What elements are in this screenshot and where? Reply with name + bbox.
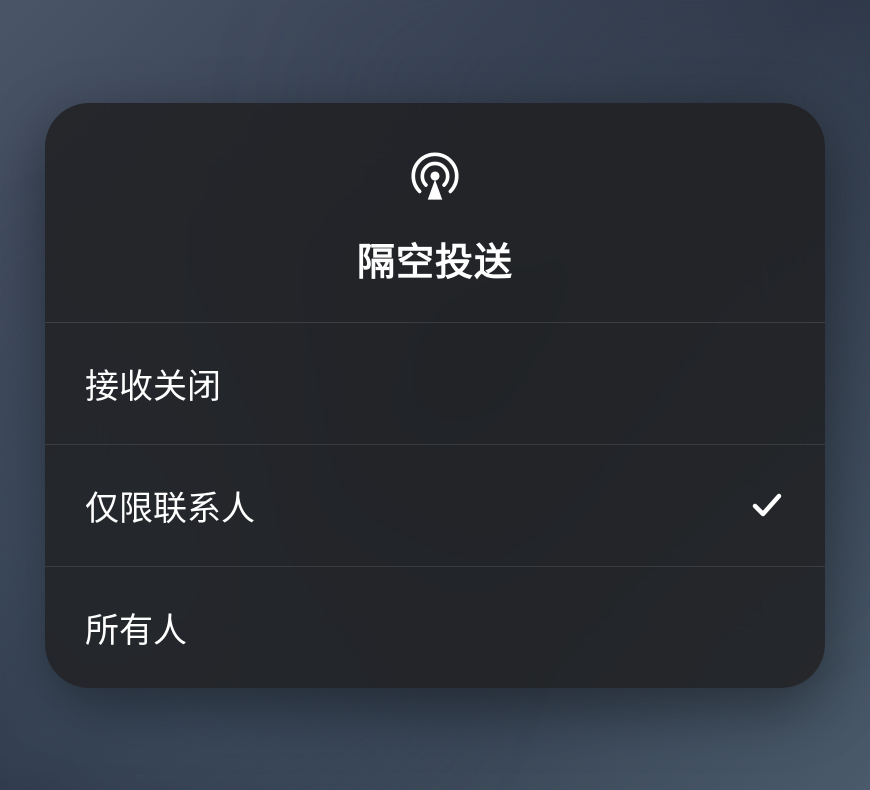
option-label: 所有人	[85, 603, 187, 652]
checkmark-icon	[749, 487, 785, 523]
airdrop-settings-panel: 隔空投送 接收关闭 仅限联系人 所有人	[45, 103, 825, 688]
panel-title: 隔空投送	[357, 231, 513, 286]
option-label: 接收关闭	[85, 359, 221, 408]
option-contacts-only[interactable]: 仅限联系人	[45, 445, 825, 567]
options-list: 接收关闭 仅限联系人 所有人	[45, 323, 825, 688]
panel-header: 隔空投送	[45, 103, 825, 323]
option-label: 仅限联系人	[85, 481, 255, 530]
option-receiving-off[interactable]: 接收关闭	[45, 323, 825, 445]
airdrop-icon	[406, 147, 464, 205]
option-everyone[interactable]: 所有人	[45, 567, 825, 688]
